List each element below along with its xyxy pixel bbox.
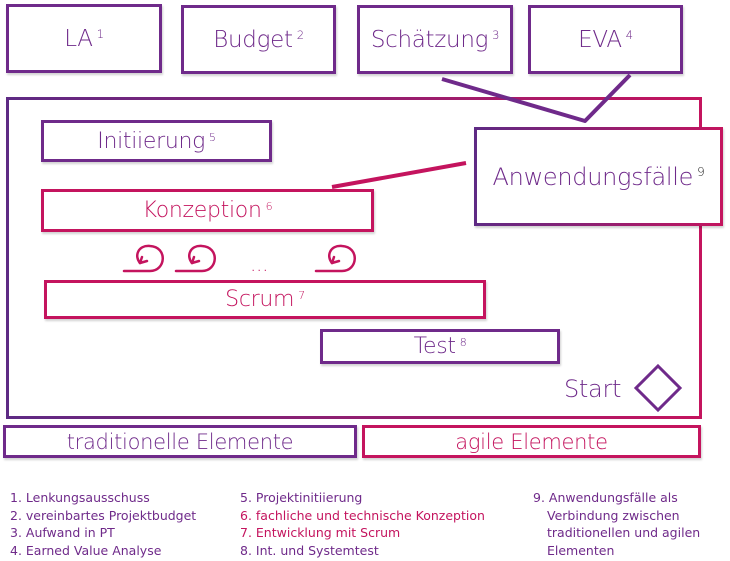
legend-item: 2. vereinbartes Projektbudget: [10, 507, 197, 523]
box-budget: Budget 2: [181, 5, 336, 74]
box-schaetzung: Schätzung 3: [357, 5, 513, 74]
category-agile: agile Elemente: [362, 425, 701, 458]
legend-item: traditionellen und agilen: [547, 525, 701, 540]
footnote-4: 4: [625, 28, 633, 43]
footnote-5: 5: [209, 130, 216, 144]
footnote-1: 1: [96, 27, 104, 42]
footnote-8: 8: [459, 336, 467, 350]
legend-item: Verbindung zwischen: [547, 507, 680, 523]
box-la: LA 1: [6, 4, 162, 73]
phase-scrum-label: Scrum: [225, 287, 295, 312]
start-label: Start: [564, 375, 622, 403]
phase-initiierung: Initiierung 5: [41, 120, 272, 162]
legend-col-2: 5. Projektinitiierung 6. fachliche und t…: [240, 489, 485, 559]
legend-item: 9. Anwendungsfälle als: [533, 490, 678, 505]
box-la-label: LA: [64, 25, 93, 52]
legend-item: 1. Lenkungsausschuss: [10, 490, 150, 505]
legend-item: 6. fachliche und technische Konzeption: [240, 507, 485, 523]
footnote-2: 2: [296, 28, 304, 43]
legend-item: 4. Earned Value Analyse: [10, 542, 162, 558]
footnote-7: 7: [298, 289, 305, 303]
sprint-ellipsis: ...: [250, 252, 269, 276]
legend-item: 8. Int. und Systemtest: [240, 542, 379, 558]
category-traditional-label: traditionelle Elemente: [66, 429, 294, 454]
box-schaetzung-label: Schätzung: [370, 26, 489, 53]
box-eva: EVA 4: [528, 5, 683, 74]
legend-item: 3. Aufwand in PT: [10, 525, 115, 540]
legend-item: Elementen: [547, 542, 615, 558]
phase-scrum: Scrum 7: [44, 280, 486, 319]
category-traditional: traditionelle Elemente: [3, 425, 357, 458]
footnote-3: 3: [492, 28, 500, 43]
box-budget-label: Budget: [213, 26, 293, 53]
category-agile-label: agile Elemente: [455, 429, 608, 454]
box-anwendungsfaelle-label: Anwendungsfälle: [492, 162, 694, 191]
legend-col-1: 1. Lenkungsausschuss 2. vereinbartes Pro…: [10, 489, 196, 559]
legend-col-3: 9. Anwendungsfälle als Verbindung zwisch…: [533, 489, 700, 559]
phase-test-label: Test: [413, 334, 456, 359]
legend-item: 7. Entwicklung mit Scrum: [240, 525, 401, 540]
footnote-9: 9: [697, 165, 705, 180]
legend-item: 5. Projektinitiierung: [240, 490, 363, 505]
phase-konzeption: Konzeption 6: [41, 189, 374, 232]
phase-test: Test 8: [320, 329, 560, 364]
phase-konzeption-label: Konzeption: [142, 198, 262, 223]
footnote-6: 6: [265, 200, 273, 214]
box-anwendungsfaelle: Anwendungsfälle 9: [474, 127, 723, 226]
phase-initiierung-label: Initiierung: [97, 128, 206, 154]
box-eva-label: EVA: [578, 26, 622, 53]
